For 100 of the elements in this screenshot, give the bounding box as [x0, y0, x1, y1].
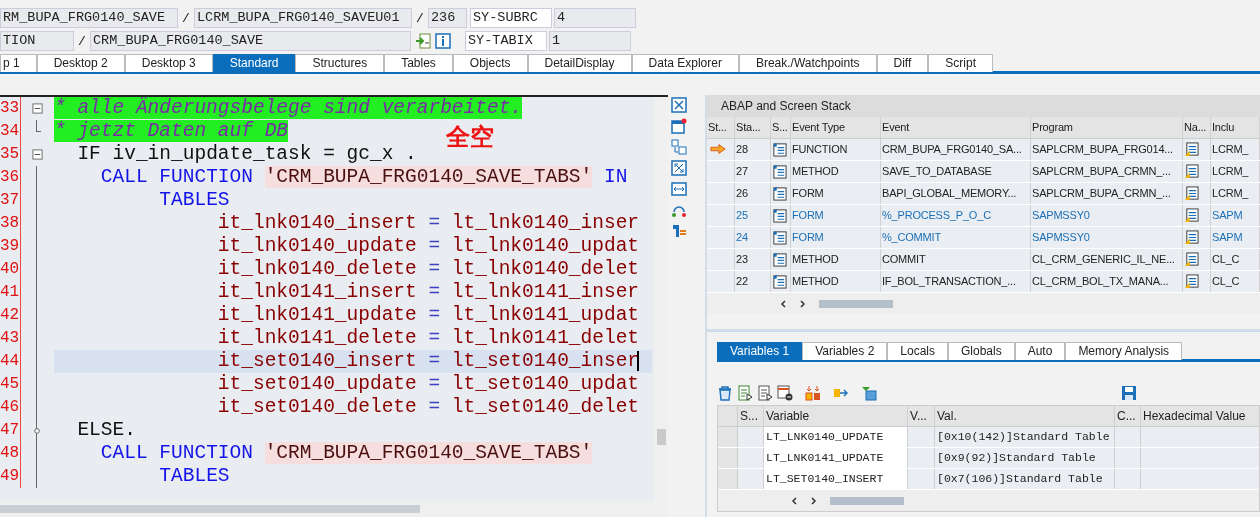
- variable-input[interactable]: LT_LNK0140_UPDATE: [764, 427, 908, 447]
- layout-icon[interactable]: [671, 139, 687, 155]
- tab[interactable]: Structures: [295, 54, 385, 72]
- column-header[interactable]: Val.: [935, 406, 1115, 426]
- table-cell: METHOD: [791, 271, 881, 292]
- tab[interactable]: DetailDisplay: [527, 54, 632, 72]
- save-icon[interactable]: [1121, 385, 1137, 401]
- system-row[interactable]: 25 FORM %_PROCESS_P_O_C SAPMSSY0 SAPM: [707, 205, 1260, 227]
- tab[interactable]: Globals: [948, 342, 1015, 360]
- column-header[interactable]: Variable: [764, 406, 908, 426]
- tab[interactable]: Locals: [887, 342, 948, 360]
- column-header[interactable]: St...: [707, 117, 735, 138]
- tab[interactable]: Break./Watchpoints: [738, 54, 877, 72]
- document-icon[interactable]: [1184, 252, 1199, 267]
- column-header[interactable]: Na...: [1183, 117, 1211, 138]
- variable-input[interactable]: LT_LNK0141_UPDATE: [764, 448, 908, 468]
- code-text: * jetzt Daten auf DB: [54, 120, 289, 142]
- filter-icon[interactable]: [861, 385, 877, 401]
- document-icon[interactable]: [1184, 164, 1199, 179]
- table-cell: METHOD: [791, 161, 881, 182]
- new-window-icon[interactable]: [671, 118, 687, 134]
- table-cell: [0x7(106)]Standard Table: [935, 469, 1115, 489]
- table-cell: SAPLCRM_BUPA_FRG014...: [1031, 139, 1183, 160]
- tab[interactable]: Variables 2: [802, 342, 888, 360]
- system-field-name[interactable]: SY-SUBRC: [470, 8, 552, 28]
- program-field[interactable]: RM_BUPA_FRG0140_SAVE: [0, 8, 178, 28]
- column-header[interactable]: Event: [881, 117, 1031, 138]
- document-icon: [772, 164, 787, 179]
- list-icon[interactable]: [737, 385, 753, 401]
- info-icon[interactable]: [435, 33, 451, 49]
- line-number: 38: [0, 212, 21, 235]
- remove-row-icon[interactable]: [777, 385, 793, 401]
- column-header[interactable]: V...: [908, 406, 935, 426]
- scrollbar-thumb[interactable]: [819, 299, 893, 308]
- line-number: 44: [0, 350, 21, 373]
- stack-row[interactable]: 23 METHOD COMMIT CL_CRM_GENERIC_IL_NE... CL_C: [707, 249, 1260, 271]
- tab[interactable]: Desktop 2: [36, 54, 125, 72]
- column-header[interactable]: Inclu: [1211, 117, 1260, 138]
- tab[interactable]: Auto: [1014, 342, 1066, 360]
- tab[interactable]: Tables: [384, 54, 453, 72]
- code-text: =: [428, 373, 441, 395]
- delete-icon[interactable]: [717, 385, 733, 401]
- scroll-left-icon[interactable]: [790, 495, 800, 506]
- tab[interactable]: Objects: [452, 54, 528, 72]
- export-icon[interactable]: [415, 33, 431, 49]
- event-field[interactable]: CRM_BUPA_FRG0140_SAVE: [90, 31, 411, 51]
- variable-input[interactable]: LT_SET0140_INSERT: [764, 469, 908, 489]
- line-number: 36: [0, 166, 21, 189]
- include-field[interactable]: LCRM_BUPA_FRG0140_SAVEU01: [194, 8, 412, 28]
- tool-icon[interactable]: [671, 223, 687, 239]
- maximize-icon[interactable]: [671, 160, 687, 176]
- tab[interactable]: Standard: [212, 54, 296, 72]
- collapse-icon[interactable]: [31, 149, 43, 160]
- document-icon[interactable]: [1184, 208, 1199, 223]
- column-header[interactable]: Program: [1031, 117, 1183, 138]
- stack-row[interactable]: 27 METHOD SAVE_TO_DATABASE SAPLCRM_BUPA_CRMN_... LCRM_: [707, 161, 1260, 183]
- list-icon[interactable]: [757, 385, 773, 401]
- tab[interactable]: Memory Analysis: [1065, 342, 1183, 360]
- collapse-icon[interactable]: [31, 103, 43, 114]
- scrollbar-thumb[interactable]: [830, 496, 904, 505]
- system-row[interactable]: 24 FORM %_COMMIT SAPMSSY0 SAPM: [707, 227, 1260, 249]
- tab[interactable]: Script: [928, 54, 993, 72]
- line-field[interactable]: 236: [428, 8, 467, 28]
- stack-row[interactable]: 26 FORM BAPI_GLOBAL_MEMORY... SAPLCRM_BUPA_CRMN_... LCRM_: [707, 183, 1260, 205]
- tab[interactable]: Variables 1: [717, 342, 803, 360]
- stack-row[interactable]: 28 FUNCTION CRM_BUPA_FRG0140_SA... SAPLCRM_BUPA_FRG014... LCRM_: [707, 139, 1260, 161]
- system-field-name[interactable]: SY-TABIX: [465, 31, 547, 51]
- table-cell: FORM: [791, 205, 881, 226]
- scroll-left-icon[interactable]: [779, 298, 789, 309]
- line-number: 48: [0, 442, 21, 465]
- table-cell: LCRM_: [1211, 161, 1260, 182]
- column-header[interactable]: Sta...: [735, 117, 771, 138]
- table-cell: 25: [735, 205, 771, 226]
- column-header[interactable]: S...: [771, 117, 791, 138]
- column-header[interactable]: S...: [738, 406, 764, 426]
- resize-icon[interactable]: [671, 181, 687, 197]
- tab[interactable]: Desktop 3: [124, 54, 213, 72]
- tab[interactable]: p 1: [0, 54, 37, 72]
- tab[interactable]: Diff: [876, 54, 929, 72]
- document-icon[interactable]: [1184, 274, 1199, 289]
- sort-icon[interactable]: [805, 385, 821, 401]
- column-header[interactable]: Hexadecimal Value: [1141, 406, 1260, 426]
- line-number: 33: [0, 97, 21, 120]
- table-cell: LCRM_: [1211, 139, 1260, 160]
- document-icon[interactable]: [1184, 186, 1199, 201]
- document-icon[interactable]: [1184, 230, 1199, 245]
- stack-row[interactable]: 22 METHOD IF_BOL_TRANSACTION_... CL_CRM_BOL_TX_MANA... CL_C: [707, 271, 1260, 293]
- tab[interactable]: Data Explorer: [631, 54, 739, 72]
- scroll-right-icon[interactable]: [808, 495, 818, 506]
- line-number: 40: [0, 258, 21, 281]
- table-cell: [0x10(142)]Standard Table: [935, 427, 1115, 447]
- horizontal-scrollbar[interactable]: [0, 501, 668, 517]
- event-type-field[interactable]: TION: [0, 31, 74, 51]
- table-cell: CL_C: [1211, 271, 1260, 292]
- close-icon[interactable]: [671, 97, 687, 113]
- table-cell: SAPMSSY0: [1031, 227, 1183, 248]
- column-header[interactable]: Event Type: [791, 117, 881, 138]
- document-icon[interactable]: [1184, 142, 1199, 157]
- column-header[interactable]: C...: [1115, 406, 1141, 426]
- scroll-right-icon[interactable]: [797, 298, 807, 309]
